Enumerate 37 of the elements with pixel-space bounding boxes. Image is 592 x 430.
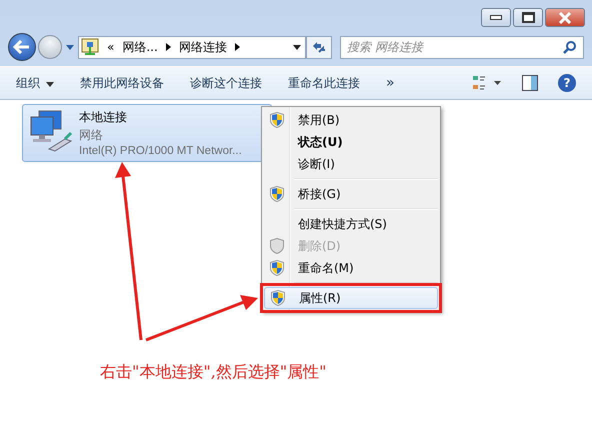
- network-adapter-icon: [29, 109, 73, 153]
- toolbar-button[interactable]: 诊断这个连接: [190, 74, 262, 92]
- minimize-button[interactable]: [481, 8, 511, 27]
- breadcrumb[interactable]: 网络...: [122, 38, 158, 56]
- search-icon: [563, 40, 577, 54]
- close-icon: [558, 12, 572, 24]
- refresh-button[interactable]: [306, 36, 332, 58]
- back-button[interactable]: [8, 33, 36, 61]
- more-button[interactable]: »: [386, 75, 395, 91]
- menu-item[interactable]: 桥接(G): [264, 183, 438, 205]
- view-options-button[interactable]: [472, 75, 502, 91]
- search-placeholder: 搜索 网络连接: [347, 38, 423, 56]
- toolbar-button[interactable]: 禁用此网络设备: [80, 74, 164, 92]
- close-button[interactable]: [545, 8, 585, 27]
- overflow-chevrons[interactable]: «: [107, 40, 114, 54]
- connection-name: 本地连接: [79, 109, 128, 126]
- chevron-icon[interactable]: [166, 43, 171, 51]
- connection-item[interactable]: 本地连接 网络 Intel(R) PRO/1000 MT Networ...: [22, 104, 272, 162]
- toolbar-button[interactable]: 重命名此连接: [288, 74, 360, 92]
- chevron-icon[interactable]: [234, 43, 240, 51]
- maximize-button[interactable]: [513, 8, 543, 27]
- network-name: 网络: [79, 127, 104, 144]
- network-icon: [81, 38, 99, 56]
- menu-item[interactable]: 创建快捷方式(S): [264, 213, 438, 235]
- annotation-text: 右击"本地连接",然后选择"属性": [100, 362, 327, 383]
- help-button[interactable]: ?: [558, 74, 576, 92]
- menu-item[interactable]: 重命名(M): [264, 257, 438, 279]
- adapter-name: Intel(R) PRO/1000 MT Networ...: [79, 145, 242, 157]
- preview-pane-button[interactable]: [522, 75, 538, 91]
- back-arrow-icon: [13, 40, 31, 54]
- caret-icon[interactable]: [66, 44, 74, 50]
- breadcrumb[interactable]: 网络连接: [178, 38, 227, 56]
- organize-menu[interactable]: 组织: [16, 74, 54, 92]
- caret-icon: [46, 82, 54, 87]
- dropdown-arrow-icon[interactable]: [293, 44, 301, 50]
- address-bar[interactable]: « 网络... 网络连接: [78, 36, 306, 58]
- refresh-icon: [311, 40, 327, 54]
